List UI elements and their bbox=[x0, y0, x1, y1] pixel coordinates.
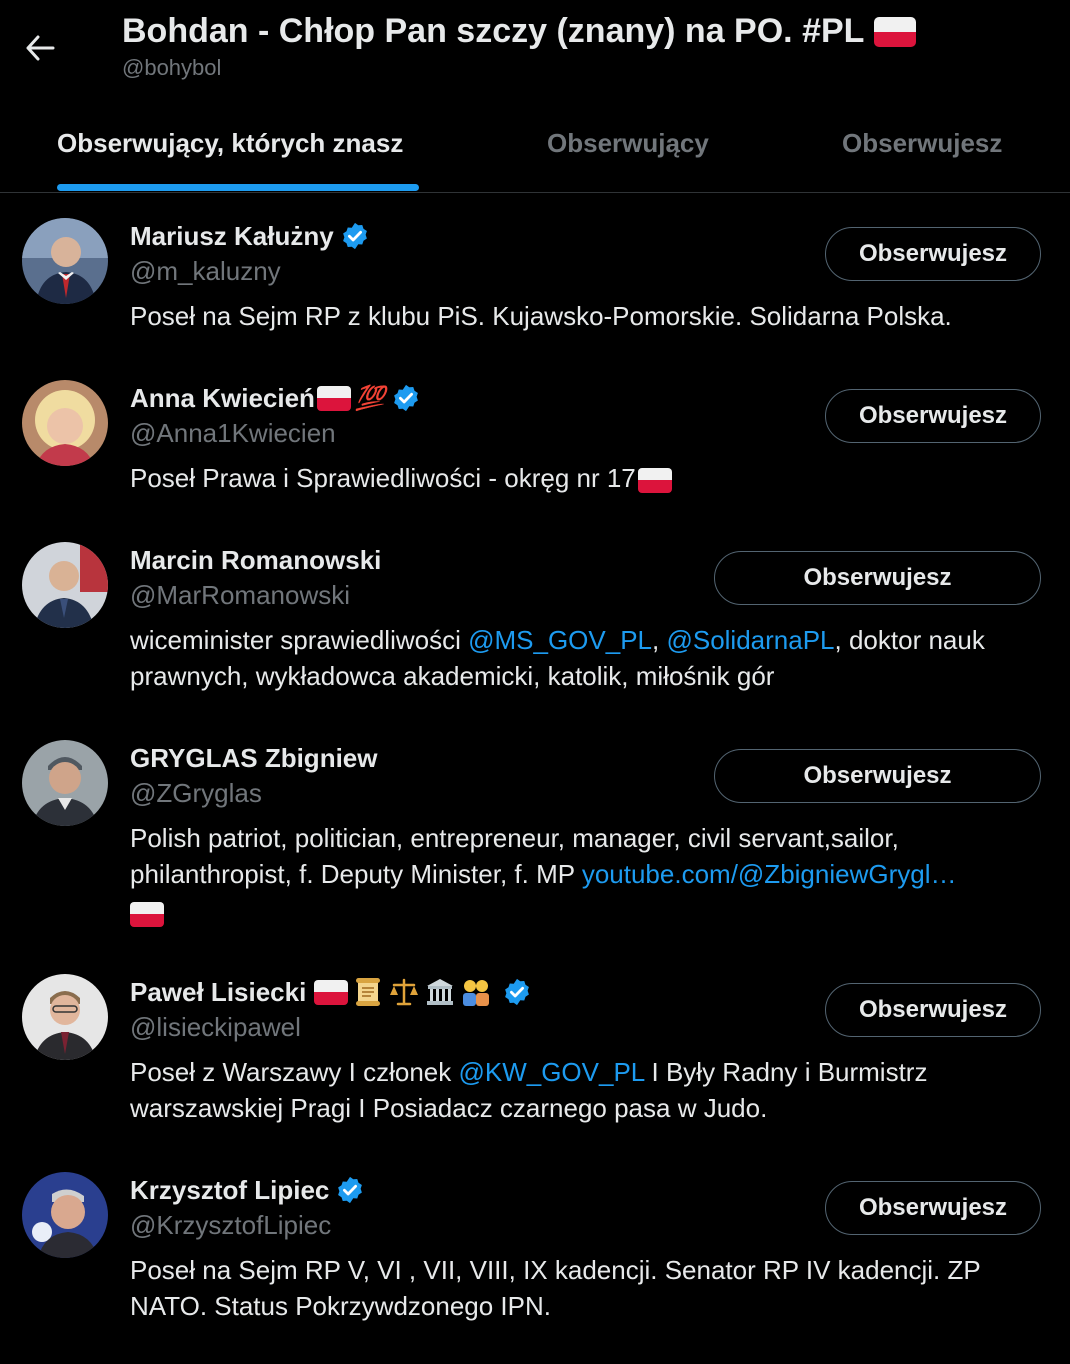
following-button[interactable]: Obserwujesz bbox=[825, 227, 1041, 281]
user-name[interactable]: Marcin Romanowski bbox=[130, 545, 381, 576]
bio-text: wiceminister sprawiedliwości bbox=[130, 625, 469, 655]
user-name[interactable]: Anna Kwiecień bbox=[130, 383, 315, 414]
user-bio: Poseł Prawa i Sprawiedliwości - okręg nr… bbox=[130, 460, 1030, 496]
verified-badge-icon bbox=[391, 383, 421, 413]
tab-bar: Obserwujący, których znasz Obserwujący O… bbox=[0, 108, 1070, 193]
user-handle[interactable]: @lisieckipawel bbox=[130, 1012, 301, 1043]
user-bio: Poseł na Sejm RP V, VI , VII, VIII, IX k… bbox=[130, 1255, 981, 1321]
people-icon bbox=[463, 980, 490, 1006]
user-handle[interactable]: @KrzysztofLipiec bbox=[130, 1210, 331, 1241]
user-name[interactable]: Mariusz Kałużny bbox=[130, 221, 334, 252]
avatar[interactable] bbox=[22, 974, 108, 1060]
bio-text: , bbox=[652, 625, 667, 655]
avatar[interactable] bbox=[22, 542, 108, 628]
following-button[interactable]: Obserwujesz bbox=[825, 389, 1041, 443]
user-bio: Poseł z Warszawy I członek @KW_GOV_PL I … bbox=[130, 1054, 1030, 1126]
following-button[interactable]: Obserwujesz bbox=[825, 1181, 1041, 1235]
polish-flag-icon bbox=[316, 385, 351, 411]
classical-building-icon bbox=[427, 979, 454, 1005]
avatar[interactable] bbox=[22, 740, 108, 826]
profile-title-block: Bohdan - Chłop Pan szczy (znany) na PO. … bbox=[122, 12, 917, 81]
following-button[interactable]: Obserwujesz bbox=[714, 551, 1041, 605]
back-button[interactable] bbox=[20, 28, 60, 68]
user-bio: wiceminister sprawiedliwości @MS_GOV_PL,… bbox=[130, 622, 1030, 694]
polish-flag-icon bbox=[130, 901, 164, 927]
tab-followers-you-know[interactable]: Obserwujący, których znasz bbox=[57, 128, 403, 159]
user-handle[interactable]: @m_kaluzny bbox=[130, 256, 281, 287]
following-button[interactable]: Obserwujesz bbox=[714, 749, 1041, 803]
avatar[interactable] bbox=[22, 1172, 108, 1258]
following-button[interactable]: Obserwujesz bbox=[825, 983, 1041, 1037]
active-tab-indicator bbox=[57, 184, 419, 191]
profile-handle: @bohybol bbox=[122, 55, 222, 80]
hundred-points-icon: 💯 bbox=[354, 384, 385, 412]
user-handle[interactable]: @MarRomanowski bbox=[130, 580, 350, 611]
verified-badge-icon bbox=[335, 1175, 365, 1205]
tab-followers[interactable]: Obserwujący bbox=[547, 128, 709, 159]
avatar[interactable] bbox=[22, 380, 108, 466]
tab-following[interactable]: Obserwujesz bbox=[842, 128, 1002, 159]
arrow-left-icon bbox=[26, 35, 55, 61]
bio-url-link[interactable]: youtube.com/@ZbigniewGrygl… bbox=[582, 859, 957, 889]
verified-badge-icon bbox=[502, 977, 532, 1007]
user-handle[interactable]: @ZGryglas bbox=[130, 778, 262, 809]
user-name[interactable]: Krzysztof Lipiec bbox=[130, 1175, 329, 1206]
user-bio: Poseł na Sejm RP z klubu PiS. Kujawsko-P… bbox=[130, 301, 952, 331]
avatar[interactable] bbox=[22, 218, 108, 304]
bio-text: Poseł Prawa i Sprawiedliwości - okręg nr… bbox=[130, 463, 636, 493]
verified-badge-icon bbox=[340, 221, 370, 251]
bio-text: Poseł z Warszawy I członek bbox=[130, 1057, 459, 1087]
user-handle[interactable]: @Anna1Kwiecien bbox=[130, 418, 336, 449]
page-header: Bohdan - Chłop Pan szczy (znany) na PO. … bbox=[0, 0, 1070, 193]
polish-flag-icon bbox=[637, 467, 672, 493]
user-name[interactable]: GRYGLAS Zbigniew bbox=[130, 743, 377, 774]
page-title: Bohdan - Chłop Pan szczy (znany) na PO. … bbox=[122, 12, 865, 50]
polish-flag-icon bbox=[314, 979, 349, 1005]
polish-flag-icon bbox=[874, 16, 917, 47]
user-name[interactable]: Paweł Lisiecki bbox=[130, 977, 306, 1008]
bio-mention-link[interactable]: @KW_GOV_PL bbox=[458, 1057, 644, 1087]
user-bio: Polish patriot, politician, entrepreneur… bbox=[130, 820, 1030, 928]
scroll-icon bbox=[356, 978, 381, 1006]
bio-mention-link[interactable]: @SolidarnaPL bbox=[666, 625, 834, 655]
bio-mention-link[interactable]: @MS_GOV_PL bbox=[468, 625, 652, 655]
balance-scale-icon bbox=[390, 978, 419, 1006]
